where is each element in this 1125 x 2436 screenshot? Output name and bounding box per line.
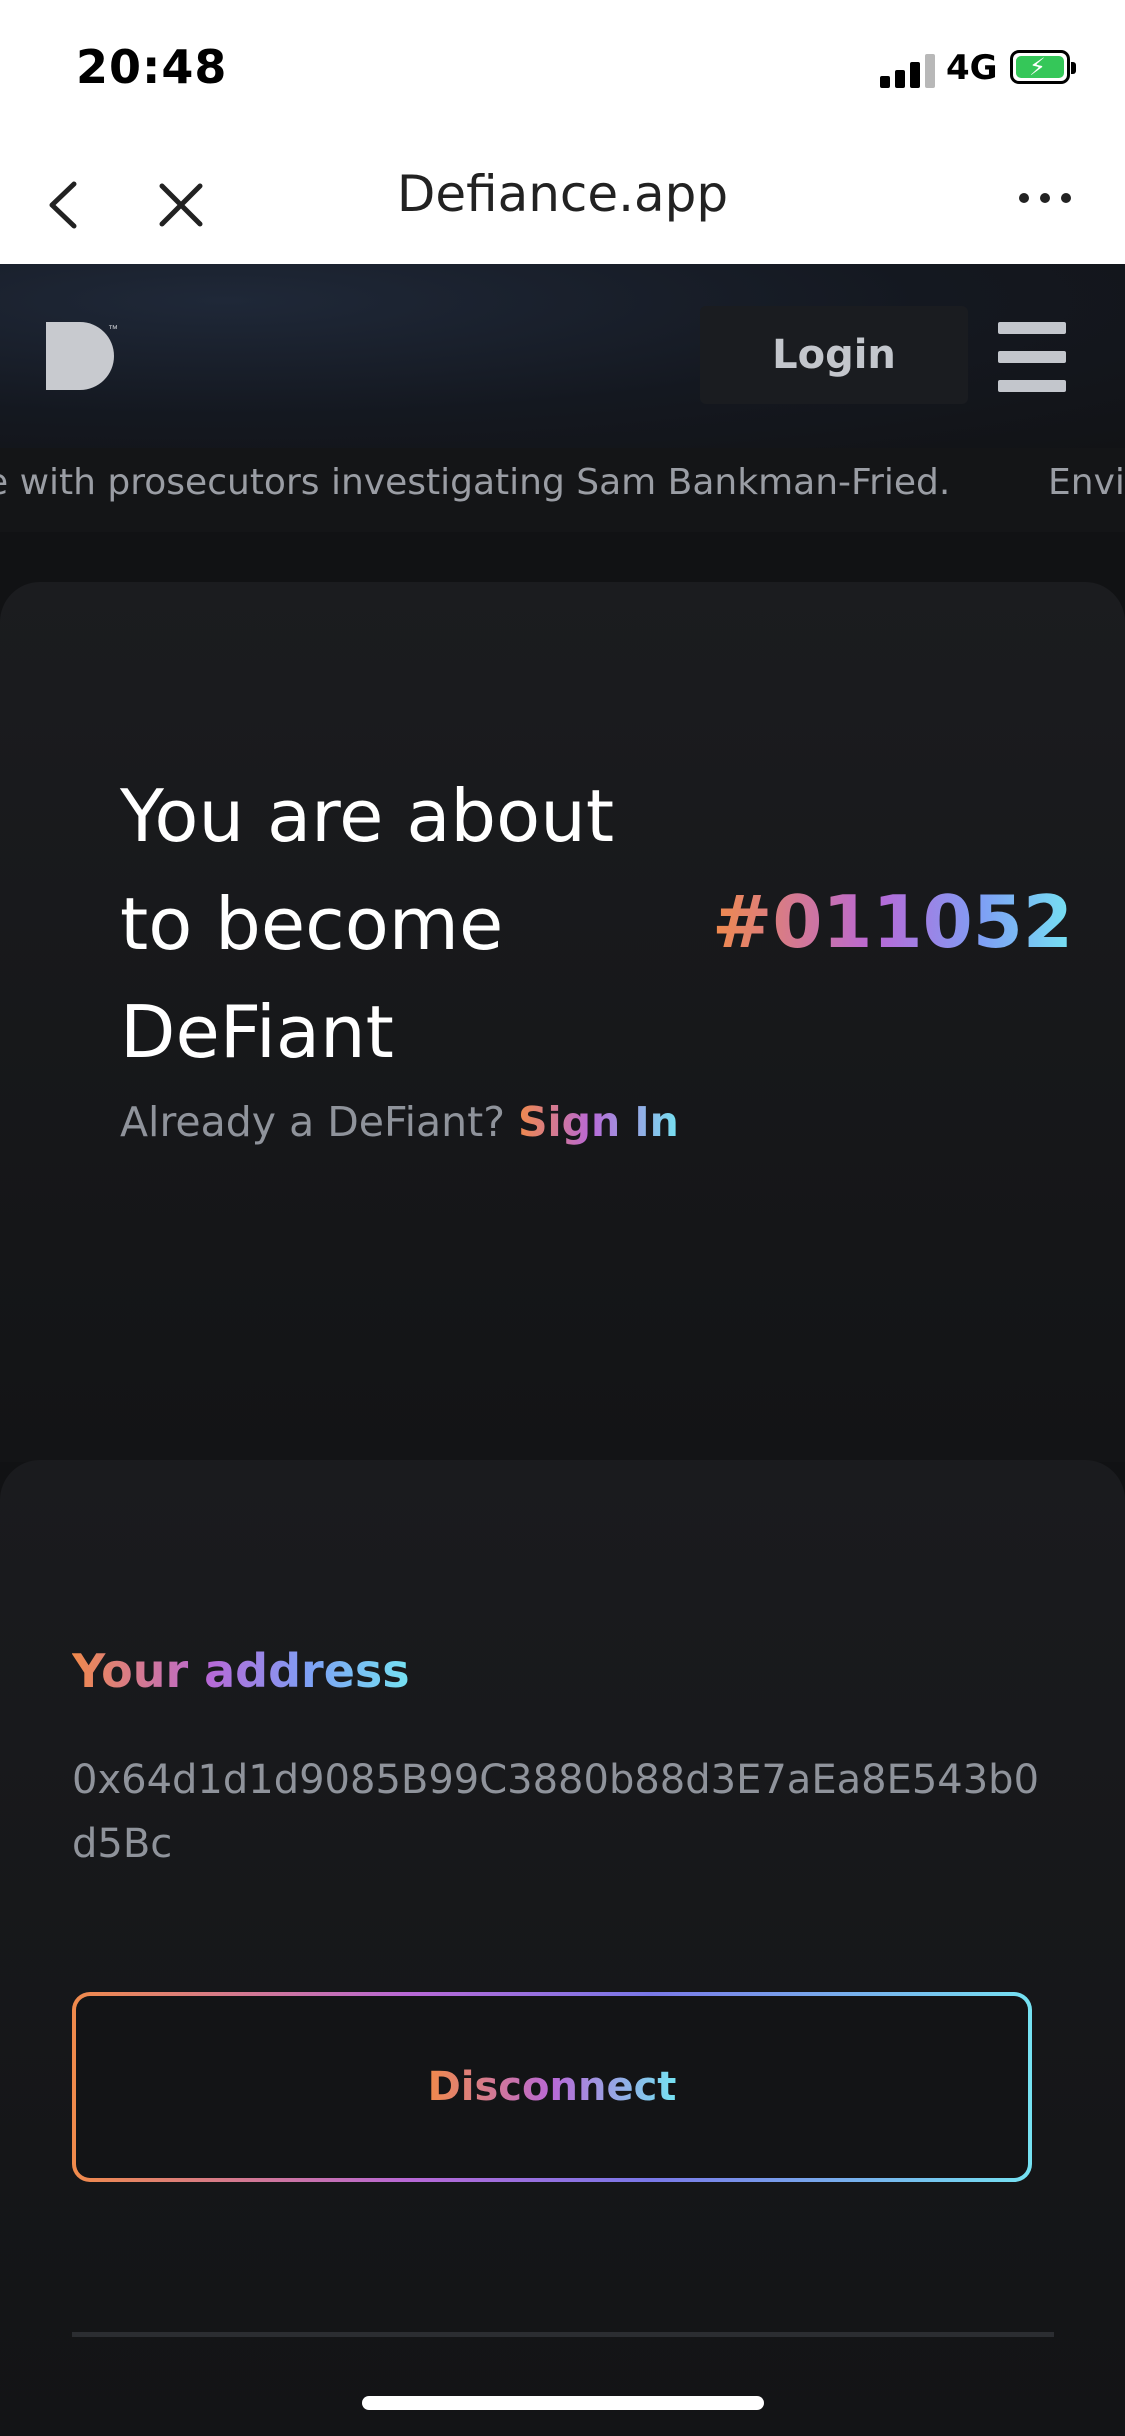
address-label: Your address [72, 1644, 410, 1698]
home-indicator[interactable] [362, 2396, 764, 2410]
disconnect-label: Disconnect [427, 2064, 677, 2110]
disconnect-button[interactable]: Disconnect [72, 1992, 1032, 2182]
wallet-address: 0x64d1d1d9085B99C3880b88d3E7aEa8E543b0d5… [72, 1757, 1040, 1867]
more-horizontal-icon[interactable] [1010, 170, 1080, 240]
hamburger-icon[interactable] [998, 322, 1066, 392]
already-label: Already a DeFiant? [120, 1098, 505, 1146]
battery-icon: ⚡ [1010, 50, 1076, 84]
ticker-headline[interactable]: e with prosecutors investigating Sam Ban… [0, 462, 950, 503]
signal-icon [880, 52, 936, 88]
login-button[interactable]: Login [700, 306, 968, 404]
member-number: #011052 [712, 880, 1073, 964]
status-time: 20:48 [76, 40, 228, 94]
network-type: 4G [946, 48, 998, 88]
news-ticker[interactable]: e with prosecutors investigating Sam Ban… [0, 448, 1125, 532]
already-member-text: Already a DeFiant? Sign In [120, 1098, 679, 1146]
divider [72, 2332, 1054, 2337]
hero-headline: You are about to become DeFiant [120, 774, 615, 1074]
svg-text:™: ™ [108, 324, 118, 335]
sign-in-link[interactable]: Sign In [518, 1098, 679, 1146]
ticker-next-headline[interactable]: Envi [1048, 462, 1125, 503]
defiance-logo[interactable]: ™ [46, 322, 118, 390]
wallet-card [0, 1460, 1125, 2436]
browser-title: Defiance.app [396, 165, 729, 223]
